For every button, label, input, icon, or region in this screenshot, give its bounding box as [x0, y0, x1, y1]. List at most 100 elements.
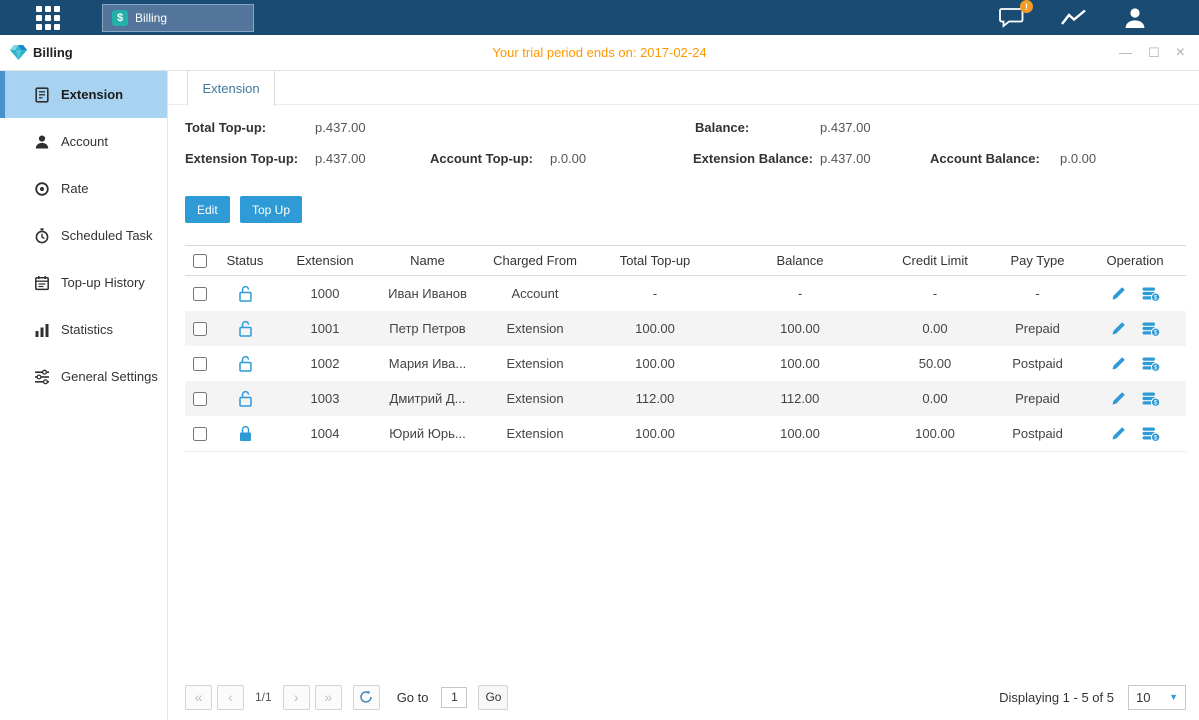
sidebar-item-statistics[interactable]: Statistics	[0, 306, 167, 353]
displaying-status: Displaying 1 - 5 of 5	[999, 690, 1114, 705]
table-row: 1004 Юрий Юрь... Extension 100.00 100.00…	[185, 416, 1186, 451]
refresh-button[interactable]	[353, 685, 380, 710]
account-icon	[34, 134, 50, 150]
go-button[interactable]: Go	[478, 685, 508, 710]
row-checkbox[interactable]	[193, 322, 207, 336]
cell-pay-type: Postpaid	[990, 356, 1085, 371]
col-pay-type: Pay Type	[990, 253, 1085, 268]
cell-pay-type: Prepaid	[990, 321, 1085, 336]
sidebar-item-scheduled-task[interactable]: Scheduled Task	[0, 212, 167, 259]
cell-extension: 1002	[275, 356, 375, 371]
cell-pay-type: Prepaid	[990, 391, 1085, 406]
cell-credit-limit: -	[880, 286, 990, 301]
cell-extension: 1003	[275, 391, 375, 406]
apps-grid-icon[interactable]	[36, 6, 60, 30]
status-unlocked-icon[interactable]	[238, 285, 253, 302]
status-locked-icon[interactable]	[238, 425, 253, 442]
balance-value: p.437.00	[820, 120, 871, 135]
sidebar-item-extension[interactable]: Extension	[0, 71, 167, 118]
main-content: Extension Total Top-up: p.437.00 Balance…	[168, 71, 1199, 720]
sidebar-item-label: Statistics	[61, 322, 113, 337]
status-unlocked-icon[interactable]	[238, 320, 253, 337]
cell-credit-limit: 0.00	[880, 321, 990, 336]
col-total-topup: Total Top-up	[590, 253, 720, 268]
cell-charged-from: Extension	[480, 321, 590, 336]
page-size-select[interactable]: 10 ▼	[1128, 685, 1186, 710]
sidebar-item-topup-history[interactable]: Top-up History	[0, 259, 167, 306]
cell-balance: 100.00	[720, 356, 880, 371]
row-checkbox[interactable]	[193, 287, 207, 301]
topup-button[interactable]: Top Up	[240, 196, 302, 223]
bar-chart-icon	[34, 322, 50, 338]
topup-coins-icon[interactable]: $	[1142, 321, 1160, 337]
row-checkbox[interactable]	[193, 357, 207, 371]
sidebar-item-label: Account	[61, 134, 108, 149]
col-credit-limit: Credit Limit	[880, 253, 990, 268]
row-checkbox[interactable]	[193, 392, 207, 406]
extension-topup-label: Extension Top-up:	[185, 151, 298, 166]
last-page-button[interactable]: »	[315, 685, 342, 710]
refresh-icon	[359, 690, 373, 704]
col-status: Status	[215, 253, 275, 268]
sidebar-item-account[interactable]: Account	[0, 118, 167, 165]
calendar-icon	[34, 275, 50, 291]
edit-pencil-icon[interactable]	[1111, 321, 1126, 336]
window-title-label: Billing	[33, 45, 73, 60]
topup-coins-icon[interactable]: $	[1142, 391, 1160, 407]
prev-page-button[interactable]: ‹	[217, 685, 244, 710]
sidebar-item-label: Extension	[61, 87, 123, 102]
cell-charged-from: Account	[480, 286, 590, 301]
minimize-icon[interactable]: —	[1119, 46, 1132, 59]
edit-pencil-icon[interactable]	[1111, 286, 1126, 301]
page-indicator: 1/1	[255, 690, 272, 704]
table-body: 1000 Иван Иванов Account - - - - $ 1001 …	[185, 276, 1186, 452]
taskbar-tab-label: Billing	[135, 11, 167, 25]
first-page-button[interactable]: «	[185, 685, 212, 710]
select-all-checkbox[interactable]	[193, 254, 207, 268]
billing-diamond-icon	[10, 45, 27, 60]
next-page-button[interactable]: ›	[283, 685, 310, 710]
edit-pencil-icon[interactable]	[1111, 356, 1126, 371]
page-size-value: 10	[1136, 690, 1150, 705]
edit-pencil-icon[interactable]	[1111, 426, 1126, 441]
cell-extension: 1000	[275, 286, 375, 301]
cell-pay-type: Postpaid	[990, 426, 1085, 441]
extension-balance-label: Extension Balance:	[693, 151, 813, 166]
maximize-icon[interactable]: ☐	[1148, 46, 1160, 59]
edit-button[interactable]: Edit	[185, 196, 230, 223]
pagination-bar: « ‹ 1/1 › » Go to Go Displaying 1 - 5 of…	[185, 683, 1186, 711]
close-icon[interactable]: ×	[1176, 45, 1185, 61]
notifications-chat-icon[interactable]: !	[999, 7, 1025, 28]
balance-label: Balance:	[695, 120, 749, 135]
sidebar-item-label: Top-up History	[61, 275, 145, 290]
cell-extension: 1001	[275, 321, 375, 336]
row-checkbox[interactable]	[193, 427, 207, 441]
topup-coins-icon[interactable]: $	[1142, 426, 1160, 442]
taskbar-tab-billing[interactable]: $ Billing	[102, 4, 254, 32]
topup-coins-icon[interactable]: $	[1142, 286, 1160, 302]
cell-total-topup: 100.00	[590, 356, 720, 371]
resource-monitor-icon[interactable]	[1061, 9, 1087, 27]
cell-charged-from: Extension	[480, 391, 590, 406]
sidebar-item-general-settings[interactable]: General Settings	[0, 353, 167, 400]
account-balance-value: p.0.00	[1060, 151, 1096, 166]
status-unlocked-icon[interactable]	[238, 390, 253, 407]
user-account-icon[interactable]	[1123, 7, 1147, 29]
table-row: 1001 Петр Петров Extension 100.00 100.00…	[185, 311, 1186, 346]
clock-icon	[34, 228, 50, 244]
cell-name: Юрий Юрь...	[375, 426, 480, 441]
table-header: Status Extension Name Charged From Total…	[185, 245, 1186, 276]
cell-total-topup: 100.00	[590, 426, 720, 441]
chevron-down-icon: ▼	[1169, 692, 1178, 702]
sidebar-item-rate[interactable]: Rate	[0, 165, 167, 212]
table-row: 1002 Мария Ива... Extension 100.00 100.0…	[185, 346, 1186, 381]
status-unlocked-icon[interactable]	[238, 355, 253, 372]
topup-coins-icon[interactable]: $	[1142, 356, 1160, 372]
edit-pencil-icon[interactable]	[1111, 391, 1126, 406]
cell-balance: 100.00	[720, 426, 880, 441]
cell-credit-limit: 50.00	[880, 356, 990, 371]
alert-badge: !	[1020, 0, 1033, 13]
tab-strip: Extension	[168, 71, 1199, 105]
tab-extension[interactable]: Extension	[187, 71, 275, 106]
goto-page-input[interactable]	[441, 687, 467, 708]
